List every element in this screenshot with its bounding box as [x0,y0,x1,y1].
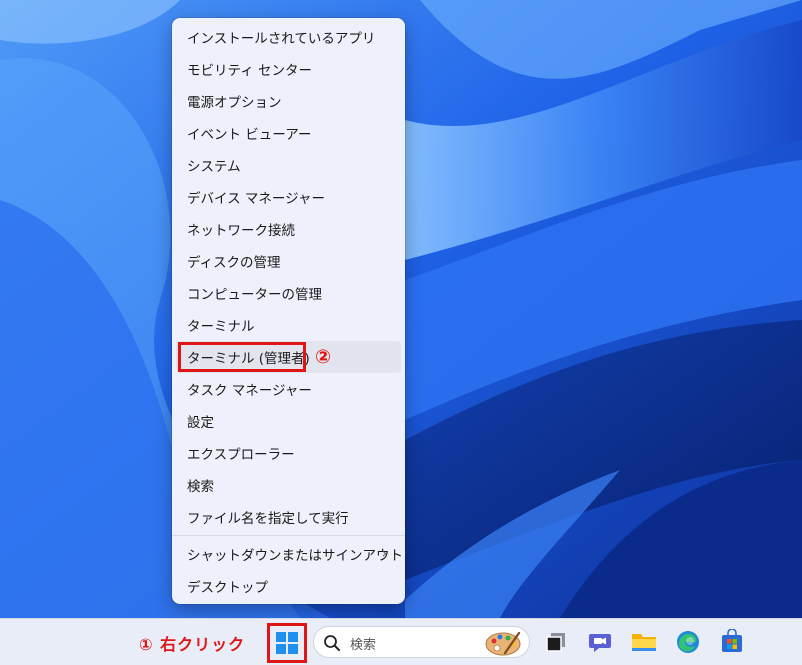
menu-item-label: システム [187,159,241,175]
menu-item-label: 電源オプション [187,95,282,111]
file-explorer-button[interactable] [629,627,659,657]
menu-item-label: デスクトップ [187,580,268,596]
menu-item-device-manager[interactable]: デバイス マネージャー [176,181,401,213]
menu-item-computer-management[interactable]: コンピューターの管理 [176,277,401,309]
menu-item-settings[interactable]: 設定 [176,405,401,437]
store-button[interactable] [717,627,747,657]
store-icon [722,629,742,652]
menu-item-run[interactable]: ファイル名を指定して実行 [176,501,401,533]
menu-item-label: モビリティ センター [187,63,312,79]
menu-separator [172,535,405,536]
menu-item-disk-management[interactable]: ディスクの管理 [176,245,401,277]
menu-item-label: コンピューターの管理 [187,287,322,303]
start-button[interactable] [267,623,307,663]
taskbar: ① 右クリック 検索 [0,618,802,665]
edge-button[interactable] [673,627,703,657]
menu-item-label: 検索 [187,479,214,495]
menu-item-label: ディスクの管理 [187,255,281,271]
taskbar-search-box[interactable]: 検索 [313,626,530,658]
step1-annotation: ① 右クリック [139,635,246,654]
menu-item-task-manager[interactable]: タスク マネージャー [176,373,401,405]
winx-context-menu: インストールされているアプリ モビリティ センター 電源オプション イベント ビ… [172,18,405,604]
menu-item-label: ターミナル (管理者) [187,351,310,367]
windows-start-icon [276,632,298,654]
task-view-button[interactable] [541,627,571,657]
menu-item-label: シャットダウンまたはサインアウト [187,548,403,564]
file-explorer-icon [632,634,656,651]
menu-item-label: ターミナル [187,319,255,335]
menu-item-label: ネットワーク接続 [187,223,295,239]
menu-item-shutdown-signout[interactable]: シャットダウンまたはサインアウト › [176,538,403,570]
menu-item-desktop[interactable]: デスクトップ [176,570,401,602]
menu-item-network-connections[interactable]: ネットワーク接続 [176,213,401,245]
edge-icon [677,631,699,653]
search-icon [324,635,340,651]
menu-item-installed-apps[interactable]: インストールされているアプリ [176,21,401,53]
menu-item-label: イベント ビューアー [187,127,312,143]
menu-item-label: タスク マネージャー [187,383,312,399]
menu-item-terminal[interactable]: ターミナル [176,309,401,341]
menu-item-mobility-center[interactable]: モビリティ センター [176,53,401,85]
menu-item-label: デバイス マネージャー [187,191,325,207]
menu-item-label: 設定 [187,415,214,431]
search-placeholder: 検索 [350,638,377,653]
menu-item-explorer[interactable]: エクスプローラー [176,437,401,469]
menu-item-label: ファイル名を指定して実行 [187,511,349,527]
menu-item-search[interactable]: 検索 [176,469,401,501]
menu-item-terminal-admin[interactable]: ターミナル (管理者) ② [176,341,401,373]
chevron-right-icon: › [381,546,387,562]
task-view-icon [546,633,565,652]
palette-icon [485,631,521,656]
chat-button[interactable] [585,627,615,657]
menu-item-label: エクスプローラー [187,447,295,463]
menu-item-event-viewer[interactable]: イベント ビューアー [176,117,401,149]
step2-annotation: ② [315,346,332,368]
menu-item-label: インストールされているアプリ [187,31,376,47]
menu-item-system[interactable]: システム [176,149,401,181]
menu-item-power-options[interactable]: 電源オプション [176,85,401,117]
chat-icon [589,634,611,652]
